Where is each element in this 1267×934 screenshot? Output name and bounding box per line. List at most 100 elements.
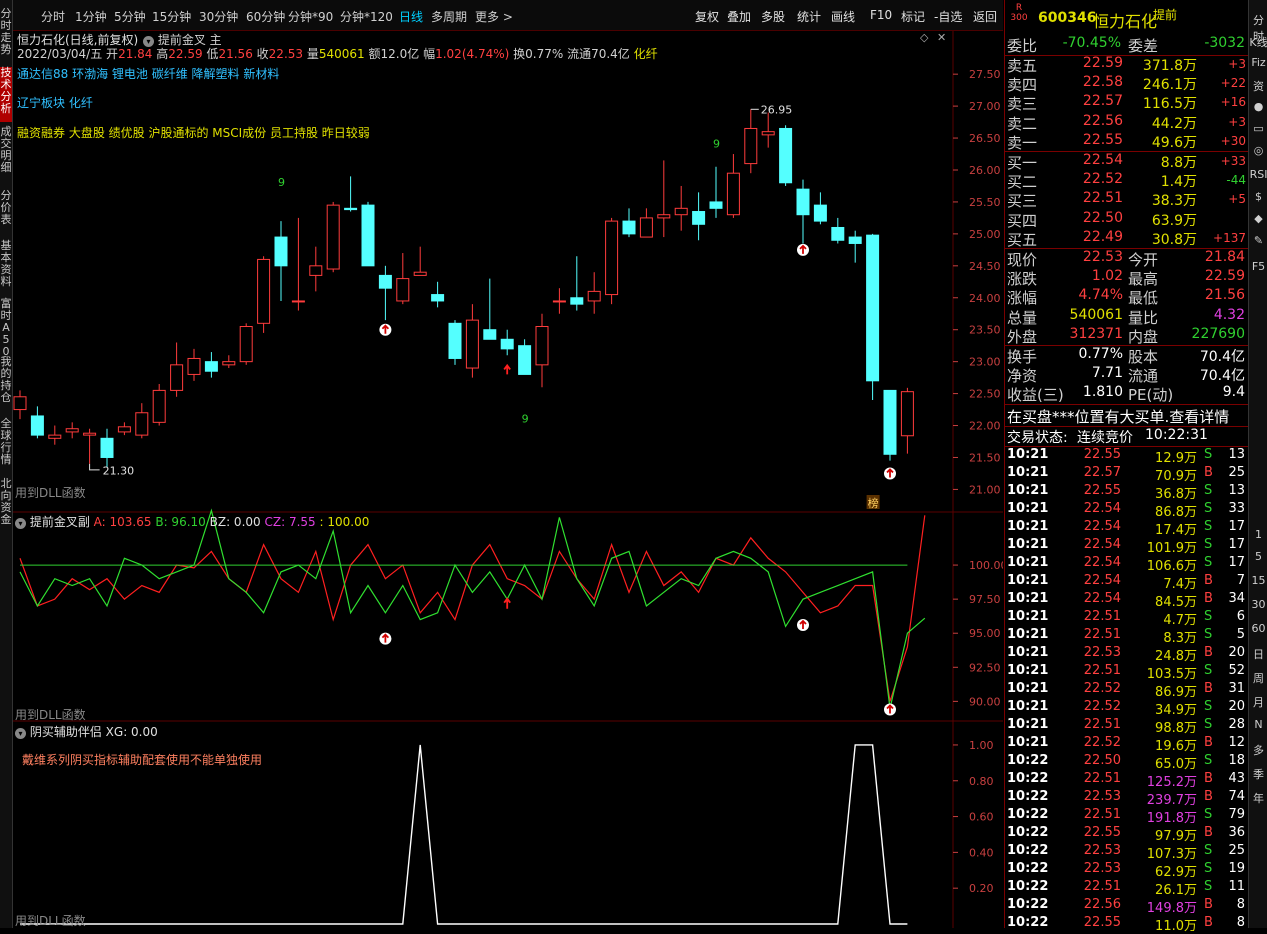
period-9[interactable]: 多周期: [431, 8, 467, 25]
trade-state-time: 10:22:31: [1145, 427, 1208, 443]
stat-label: 净资: [1007, 367, 1038, 386]
candle-body: [187, 357, 201, 375]
left-tab-4[interactable]: 基本资料: [0, 240, 12, 295]
candle-body: [883, 389, 897, 455]
tool-icon-19[interactable]: 月: [1249, 694, 1267, 710]
tick-volume: 125.2万: [1146, 775, 1197, 790]
tool-icon-14[interactable]: 15: [1249, 574, 1267, 587]
period-0[interactable]: 分时: [41, 8, 65, 25]
toolbar-btn-7[interactable]: -自选: [934, 8, 962, 25]
candle-body: [204, 361, 218, 372]
period-3[interactable]: 15分钟: [152, 8, 191, 25]
y-tick-label: 92.50: [969, 661, 1001, 674]
tick-volume: 26.1万: [1155, 883, 1197, 898]
tool-icon-8[interactable]: $: [1249, 190, 1267, 203]
tick-time: 10:21: [1007, 501, 1049, 516]
period-2[interactable]: 5分钟: [114, 8, 146, 25]
low-marker-line: [89, 463, 100, 471]
kline-chart[interactable]: 21.00 21.50 22.00 22.50 23.00 23.50 24.00 24.50…: [13, 31, 1003, 928]
bids-price-0: 22.54: [1082, 152, 1123, 168]
tick-price: 22.54: [1083, 519, 1121, 534]
tick-volume: 86.8万: [1155, 505, 1197, 520]
tool-icon-1[interactable]: K线: [1249, 34, 1267, 50]
left-tab-6[interactable]: 我的持仓: [0, 356, 12, 414]
stock-name-suffix: 提前: [1153, 8, 1178, 22]
left-tab-5[interactable]: 富时A50: [0, 298, 12, 358]
asks-price-4: 22.55: [1082, 131, 1123, 148]
toolbar-btn-2[interactable]: 多股: [761, 8, 785, 25]
left-tab-1[interactable]: 技术分析: [0, 67, 12, 122]
left-tab-2[interactable]: 成交明细: [0, 126, 12, 186]
left-tab-8[interactable]: 北向资金: [0, 478, 12, 528]
stat-value: 70.4亿: [1199, 368, 1245, 385]
candle-body: [552, 300, 566, 303]
tick-volume: 65.0万: [1155, 757, 1197, 772]
tick-volume: 239.7万: [1146, 793, 1197, 808]
period-10[interactable]: 更多 >: [475, 8, 513, 25]
tool-icon-3[interactable]: 资: [1249, 78, 1267, 94]
asks-vol-3: 44.2万: [1151, 115, 1197, 132]
tool-icon-17[interactable]: 日: [1249, 646, 1267, 662]
tool-icon-12[interactable]: 1: [1249, 528, 1267, 541]
tool-icon-22[interactable]: 季: [1249, 766, 1267, 782]
toolbar-btn-1[interactable]: 叠加: [727, 8, 751, 25]
tool-icon-10[interactable]: ✎: [1249, 234, 1267, 247]
tool-icon-2[interactable]: Fiz: [1249, 56, 1267, 69]
candle-body: [83, 432, 97, 436]
tick-side: B: [1204, 825, 1213, 840]
period-6[interactable]: 分钟*90: [288, 8, 333, 25]
stat-value: 7.71: [1091, 365, 1123, 382]
dropdown-icon[interactable]: ▾: [15, 728, 26, 739]
asks-label-3: 卖二: [1007, 114, 1038, 133]
tick-time: 10:21: [1007, 537, 1049, 552]
big-order-notice[interactable]: 在买盘***位置有大买单.查看详情: [1007, 406, 1229, 427]
toolbar-btn-8[interactable]: 返回: [973, 8, 997, 25]
tool-icon-23[interactable]: 年: [1249, 790, 1267, 806]
dropdown-icon[interactable]: ▾: [15, 518, 26, 529]
tick-time: 10:21: [1007, 447, 1049, 462]
period-8[interactable]: 日线: [399, 8, 423, 25]
stat-label: 今开: [1128, 251, 1159, 269]
bids-chg-2: +5: [1228, 192, 1246, 207]
stat-value: 4.74%: [1078, 287, 1123, 304]
tool-icon-18[interactable]: 周: [1249, 670, 1267, 686]
tick-side: B: [1204, 771, 1213, 786]
tool-icon-20[interactable]: N: [1249, 718, 1267, 731]
candle-body: [396, 278, 410, 302]
left-tab-3[interactable]: 分价表: [0, 190, 12, 235]
period-5[interactable]: 60分钟: [246, 8, 285, 25]
toolbar-btn-0[interactable]: 复权: [695, 8, 719, 25]
tick-count: 20: [1228, 699, 1245, 714]
candle-body: [761, 131, 775, 136]
left-tab-0[interactable]: 分时走势: [0, 8, 12, 63]
bids-label-4: 买五: [1007, 230, 1038, 249]
tool-icon-5[interactable]: ▭: [1249, 122, 1267, 135]
tool-icon-6[interactable]: ◎: [1249, 144, 1267, 157]
tool-icon-9[interactable]: ◆: [1249, 212, 1267, 225]
tool-icon-15[interactable]: 30: [1249, 598, 1267, 611]
tick-count: 12: [1228, 735, 1245, 750]
toolbar-btn-4[interactable]: 画线: [831, 8, 855, 25]
candle-body: [500, 338, 514, 350]
tick-volume: 191.8万: [1146, 811, 1197, 826]
tool-icon-21[interactable]: 多: [1249, 742, 1267, 758]
tick-count: 5: [1236, 627, 1245, 642]
sub-up-arrow: [503, 597, 511, 609]
left-tab-7[interactable]: 全球行情: [0, 418, 12, 473]
period-7[interactable]: 分钟*120: [340, 8, 393, 25]
toolbar-btn-5[interactable]: F10: [870, 8, 892, 22]
tick-volume: 84.5万: [1155, 595, 1197, 610]
period-4[interactable]: 30分钟: [199, 8, 238, 25]
tick-count: 52: [1228, 663, 1245, 678]
tool-icon-7[interactable]: RSI: [1249, 168, 1267, 181]
period-1[interactable]: 1分钟: [75, 8, 107, 25]
tool-icon-11[interactable]: F5: [1249, 260, 1267, 273]
tool-icon-13[interactable]: 5: [1249, 550, 1267, 563]
tool-icon-4[interactable]: ●: [1249, 100, 1267, 113]
toolbar-btn-6[interactable]: 标记: [901, 8, 925, 25]
tool-icon-16[interactable]: 60: [1249, 622, 1267, 635]
toolbar-btn-3[interactable]: 统计: [797, 8, 821, 25]
tick-volume: 62.9万: [1155, 865, 1197, 880]
series-XG: [20, 744, 908, 925]
stat-label: 现价: [1007, 251, 1038, 269]
